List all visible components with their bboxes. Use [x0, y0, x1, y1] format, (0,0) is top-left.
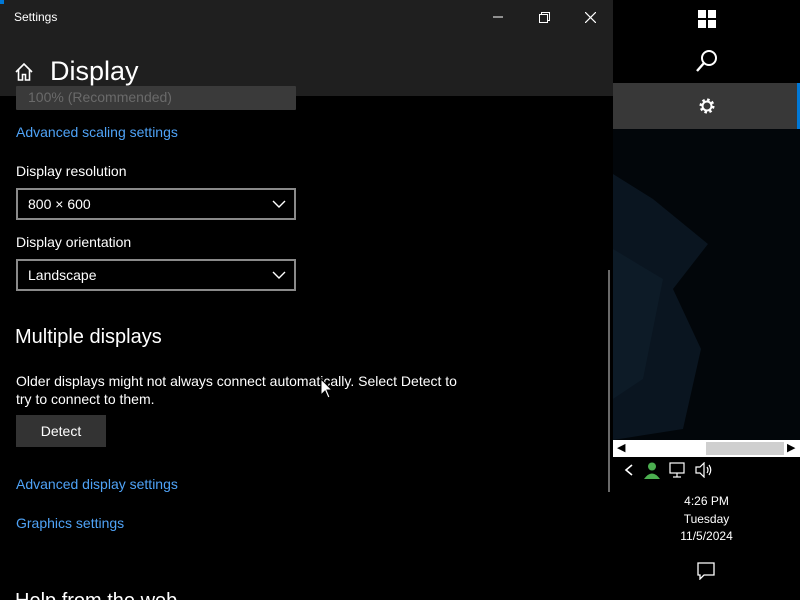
- mouse-cursor-icon: [320, 378, 334, 399]
- chevron-down-icon: [272, 271, 286, 279]
- start-area: [613, 0, 800, 83]
- network-icon[interactable]: [669, 462, 687, 478]
- scroll-thumb[interactable]: [706, 442, 784, 455]
- gear-icon: [699, 98, 714, 114]
- desktop-wallpaper: [613, 129, 800, 440]
- orientation-select[interactable]: Landscape: [16, 259, 296, 291]
- search-button[interactable]: [613, 49, 800, 73]
- restore-icon: [538, 11, 550, 23]
- windows-logo-icon: [697, 10, 716, 28]
- orientation-label: Display orientation: [16, 234, 132, 250]
- clock-time[interactable]: 4:26 PM: [613, 494, 800, 508]
- chevron-down-icon: [272, 200, 286, 208]
- tray-icons: [623, 461, 713, 479]
- help-from-web-heading: Help from the web: [15, 590, 177, 600]
- taskbar-panel: ◀ ▶ 4:26 PM Tuesday 11/5/2024: [613, 0, 800, 600]
- wallpaper-shape: [613, 174, 708, 440]
- scale-select-value: 100% (Recommended): [28, 89, 172, 105]
- start-button[interactable]: [613, 10, 800, 28]
- title-bar[interactable]: Settings: [0, 0, 613, 34]
- resolution-label: Display resolution: [16, 163, 127, 179]
- settings-taskbar-button[interactable]: [613, 83, 800, 129]
- resolution-value: 800 × 600: [28, 196, 91, 212]
- multiple-displays-description: Older displays might not always connect …: [16, 373, 457, 407]
- restore-button[interactable]: [521, 0, 567, 34]
- search-icon: [695, 50, 717, 72]
- system-tray: 4:26 PM Tuesday 11/5/2024: [613, 457, 800, 600]
- close-icon: [584, 11, 596, 23]
- settings-window: Settings Display 100% (Recommended) Adva…: [0, 0, 613, 600]
- scale-select[interactable]: 100% (Recommended): [16, 86, 296, 110]
- scroll-right-icon[interactable]: ▶: [787, 441, 795, 454]
- home-icon[interactable]: [14, 62, 34, 87]
- advanced-display-link[interactable]: Advanced display settings: [16, 476, 178, 492]
- orientation-value: Landscape: [28, 267, 97, 283]
- resolution-select[interactable]: 800 × 600: [16, 188, 296, 220]
- scroll-left-icon[interactable]: ◀: [617, 441, 625, 454]
- window-title: Settings: [14, 10, 58, 24]
- notification-icon[interactable]: [697, 562, 715, 580]
- vertical-scrollbar[interactable]: [608, 270, 610, 492]
- settings-content: 100% (Recommended) Advanced scaling sett…: [0, 86, 608, 600]
- chevron-left-icon[interactable]: [623, 463, 635, 477]
- minimize-icon: [493, 16, 503, 18]
- close-button[interactable]: [567, 0, 613, 34]
- accent-corner: [0, 0, 4, 4]
- horizontal-scrollbar[interactable]: ◀ ▶: [613, 440, 800, 457]
- advanced-scaling-link[interactable]: Advanced scaling settings: [16, 124, 178, 140]
- page-title: Display: [50, 56, 139, 86]
- user-icon[interactable]: [643, 461, 661, 479]
- clock-date[interactable]: 11/5/2024: [613, 529, 800, 543]
- clock-day[interactable]: Tuesday: [613, 512, 800, 526]
- detect-button[interactable]: Detect: [16, 415, 106, 447]
- minimize-button[interactable]: [475, 0, 521, 34]
- graphics-settings-link[interactable]: Graphics settings: [16, 515, 124, 531]
- multiple-displays-heading: Multiple displays: [15, 326, 162, 348]
- volume-icon[interactable]: [695, 462, 713, 478]
